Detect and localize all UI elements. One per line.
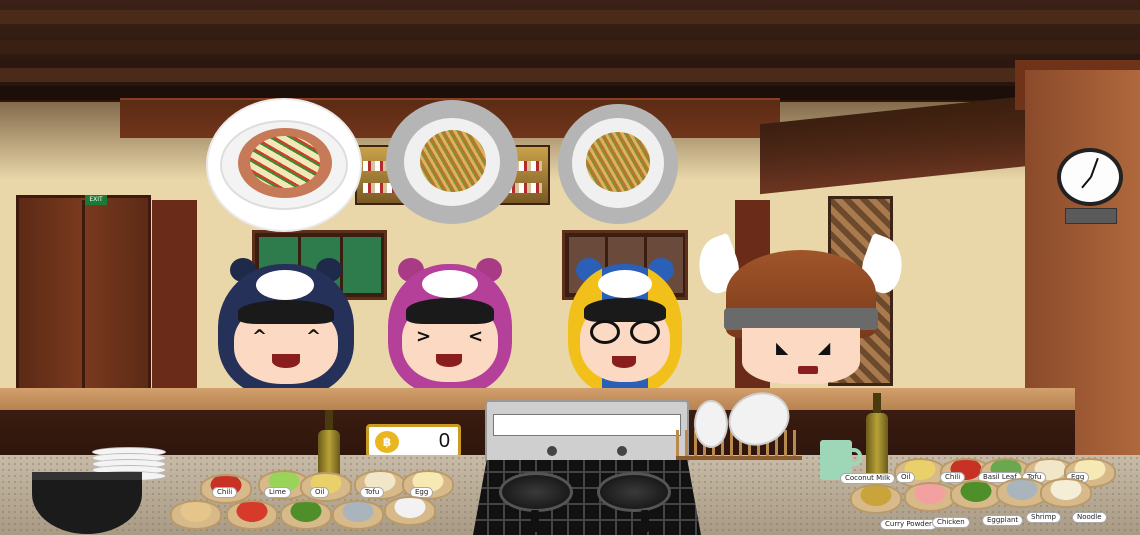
customer-4[interactable]: ◣ ◢ (689, 232, 912, 388)
frying-pan-2[interactable] (597, 472, 671, 512)
door-seam (82, 200, 85, 395)
customer-1[interactable]: ^ ^ 34 (190, 258, 356, 406)
face (742, 328, 860, 384)
wall-clock-icon (1057, 148, 1123, 206)
ceiling-beam (0, 68, 1140, 82)
ingredient-label: Chili (212, 487, 238, 498)
customer-3[interactable]: 78 (568, 258, 683, 402)
ingredient-bowl[interactable] (384, 496, 436, 526)
ceiling-beam (0, 40, 1140, 54)
eye: ◣ (776, 338, 789, 357)
wall-plaque (1065, 208, 1117, 224)
clock-hand (1090, 157, 1099, 178)
chicken-bowl[interactable] (904, 482, 956, 512)
ingredient-label: Curry Powder (880, 519, 937, 530)
eye: ^ (252, 326, 268, 347)
order-dish-3[interactable] (558, 104, 678, 224)
coin-icon: ฿ (375, 431, 399, 453)
order-dish-2[interactable] (386, 100, 518, 224)
eye: > (416, 326, 432, 347)
glasses-icon (590, 320, 620, 344)
eye: ◢ (818, 338, 831, 357)
helmet-band (724, 308, 878, 330)
pad-thai-plate-icon (420, 130, 486, 192)
rack-plate[interactable] (694, 400, 728, 448)
ingredient-label: Coconut Milk (840, 473, 896, 484)
eye: ^ (306, 326, 322, 347)
hair (406, 298, 494, 324)
clock-hand (1081, 176, 1092, 189)
ingredient-bowl[interactable] (280, 500, 332, 530)
frying-pan-1[interactable] (499, 472, 573, 512)
order-dish-1[interactable] (208, 100, 360, 230)
ceiling-beam (0, 10, 1140, 24)
mouth (436, 354, 462, 367)
hood-muzzle (598, 270, 652, 298)
ingredient-label: Oil (310, 487, 330, 498)
pad-thai-plate-icon (586, 132, 650, 192)
ingredient-label: Lime (264, 487, 291, 498)
eye: < (468, 326, 484, 347)
mouth (798, 366, 818, 374)
oil-bottle-icon[interactable] (866, 413, 888, 477)
mug-handle (848, 448, 862, 466)
exit-sign: EXIT (85, 195, 107, 205)
hood-muzzle (256, 270, 314, 300)
ingredient-label: Chicken (932, 517, 970, 528)
pan-handle (531, 510, 539, 532)
salad-strands (250, 136, 320, 188)
ingredient-label: Shrimp (1026, 512, 1061, 523)
hood-muzzle (422, 270, 478, 298)
stove-display (493, 414, 681, 436)
coin-value: 0 (438, 430, 450, 452)
mouth (272, 354, 300, 368)
mouth (612, 356, 636, 368)
ingredient-label: Oil (896, 472, 916, 483)
hair (584, 298, 666, 322)
pan-handle (641, 510, 649, 532)
ingredient-label: Noodle (1072, 512, 1107, 523)
stove-panel (485, 400, 689, 462)
glasses-icon (630, 320, 660, 344)
ingredient-bowl[interactable] (226, 500, 278, 530)
ceiling (0, 0, 1140, 100)
ingredient-bowl[interactable] (170, 500, 222, 530)
noodle-bowl[interactable] (1040, 478, 1092, 508)
pillar (152, 200, 197, 400)
restaurant-scene: EXIT ^ ^ 34 (0, 0, 1140, 535)
ingredient-label: Eggplant (982, 515, 1024, 526)
knob-icon[interactable] (547, 446, 557, 456)
hair (238, 300, 334, 324)
coin-counter: ฿ 0 (366, 424, 461, 458)
curry-powder-bowl[interactable] (850, 484, 902, 514)
knob-icon[interactable] (617, 446, 627, 456)
stove[interactable] (473, 400, 701, 535)
ingredient-bowl[interactable] (332, 500, 384, 530)
customer-2[interactable]: > < 51 (388, 258, 513, 404)
ingredient-label: Tofu (360, 487, 385, 498)
eggplant-bowl[interactable] (950, 480, 1002, 510)
